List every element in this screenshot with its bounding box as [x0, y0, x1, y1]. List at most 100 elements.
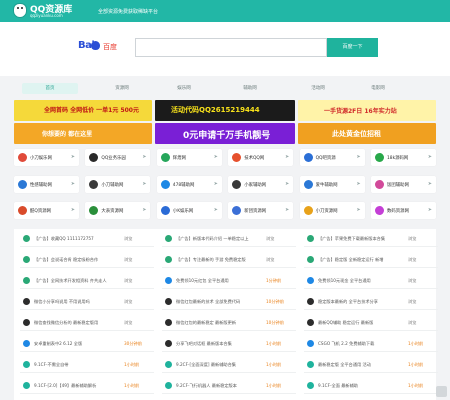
- row-divider: [304, 267, 438, 268]
- site-card-label: QQ吧资源: [315, 156, 336, 161]
- site-card-label: QQ业务乐园: [101, 156, 126, 161]
- item-icon: [23, 340, 30, 347]
- site-card-label: 小K娱乐网: [172, 209, 194, 214]
- item-title: 免费领10元现金 全平台通用: [318, 278, 371, 283]
- item-icon: [165, 340, 172, 347]
- list-item[interactable]: 【广告】收藏QQ 1111172757 浏览: [20, 231, 154, 247]
- ad-banner[interactable]: 你想要的 都在这里: [14, 123, 152, 144]
- ad-banner[interactable]: 一手货源2F日 16年实力站: [298, 100, 436, 121]
- item-icon: [307, 235, 314, 242]
- send-icon: ➤: [284, 207, 290, 213]
- site-card[interactable]: 性感辅助网 ➤: [14, 175, 79, 193]
- list-item[interactable]: 【广告】专注最新的 手游 免费稳定版 浏览: [162, 252, 296, 268]
- list-item[interactable]: 9.1CF-全面 最新辅助 1小时前: [304, 378, 438, 394]
- list-item[interactable]: 9.1CF-[2.0]【49】最新辅助解析 1小时前: [20, 378, 154, 394]
- list-item[interactable]: 【广告】新版本代码介绍 一单稳定以上 浏览: [162, 231, 296, 247]
- send-icon: ➤: [70, 154, 75, 160]
- site-card[interactable]: 478辅助网 ➤: [156, 175, 222, 193]
- site-card[interactable]: 小刀娱乐网 ➤: [14, 149, 79, 166]
- ad-text: 一手货源2F日 16年实力站: [324, 108, 397, 115]
- site-card[interactable]: 酷Q资源网 ➤: [14, 202, 79, 219]
- item-meta: 浏览: [124, 320, 133, 325]
- send-icon: ➤: [356, 180, 361, 187]
- site-logo-icon: [89, 206, 99, 215]
- row-divider: [20, 267, 154, 268]
- item-meta: 浏览: [408, 257, 417, 262]
- site-card[interactable]: 小刀资源网 ➤: [299, 202, 365, 219]
- list-item[interactable]: 微信红包的最新稳定 最新版更新 10分钟前: [162, 315, 296, 331]
- site-logo-icon: [232, 179, 242, 189]
- list-item[interactable]: 微信查找微信分析的 最新稳定版用 浏览: [20, 315, 154, 331]
- list-item[interactable]: 【广告】稳定版 全新稳定运行 新增 浏览: [304, 252, 438, 268]
- item-title: 9.2CF-飞行机器人 最新稳定版本: [176, 383, 237, 388]
- row-divider: [20, 288, 154, 289]
- list-item[interactable]: CSGO 飞机 2.2 免费辅助下载 1小时前: [304, 336, 438, 352]
- list-item[interactable]: 免费领10元现金 全平台通用 浏览: [304, 273, 438, 289]
- site-card[interactable]: 爱牛辅助网 ➤: [299, 175, 365, 193]
- item-icon: [307, 382, 314, 389]
- ad-banner[interactable]: 全网首码 全网低价 一单1元 500元: [14, 100, 152, 121]
- site-card[interactable]: 大表资源网 ➤: [85, 202, 151, 219]
- tab-home[interactable]: 首页: [22, 83, 78, 94]
- tab-entertainment[interactable]: 娱乐网: [156, 83, 212, 94]
- item-icon: [23, 361, 30, 368]
- row-divider: [304, 309, 438, 310]
- item-meta: 浏览: [124, 278, 133, 283]
- tab-resources[interactable]: 资源网: [94, 83, 150, 94]
- site-card[interactable]: 新团资源网 ➤: [228, 202, 294, 219]
- site-card[interactable]: 小K娱乐网 ➤: [156, 202, 222, 219]
- row-divider: [304, 330, 438, 331]
- list-item[interactable]: 9.2CF-[全面深度] 最新辅助合集 1小时前: [162, 357, 296, 373]
- item-meta: 1小时前: [408, 341, 424, 346]
- site-logo[interactable]: QQ资源库 qqziyuanku.com: [13, 2, 72, 20]
- search-button[interactable]: 百度一下: [327, 38, 378, 57]
- list-item[interactable]: 【广告】全网技术开发相资料 齐共走人 浏览: [20, 273, 154, 289]
- site-card-label: 性感辅助网: [30, 182, 52, 188]
- list-item[interactable]: 稳定版本最新的 全平台技术分享 浏览: [304, 294, 438, 310]
- back-to-top-button[interactable]: [436, 386, 447, 397]
- item-icon: [23, 235, 30, 242]
- ad-banner[interactable]: 0元申请千万手机靓号: [155, 123, 295, 144]
- site-card[interactable]: 饭团辅助网 ➤: [371, 175, 436, 193]
- ad-text: 0元申请千万手机靓号: [183, 131, 271, 141]
- item-icon: [23, 382, 30, 389]
- tab-movies[interactable]: 电影网: [350, 83, 406, 94]
- item-meta: 30分钟前: [124, 341, 142, 346]
- site-card[interactable]: QQ业务乐园 ➤: [85, 149, 151, 166]
- site-card[interactable]: 辉煌网 ➤: [156, 149, 222, 166]
- list-item[interactable]: 最新QQ辅助 稳定运行 最新版 浏览: [304, 315, 438, 331]
- row-divider: [162, 330, 296, 331]
- list-item[interactable]: 9.1CF-不需全自带 1小时前: [20, 357, 154, 373]
- baidu-logo[interactable]: Bai 百度: [78, 40, 128, 55]
- list-item[interactable]: 【广告】苹果免费下载最新版本合集 浏览: [304, 231, 438, 247]
- tab-activity[interactable]: 活动网: [290, 83, 346, 94]
- site-card[interactable]: 小刀辅助网 ➤: [85, 175, 151, 193]
- site-logo-icon: [375, 179, 384, 189]
- site-card[interactable]: 18k源码网 ➤: [371, 149, 436, 166]
- search-input[interactable]: [135, 38, 327, 57]
- list-item[interactable]: 微信小分享吗说用 不用说用吗 浏览: [20, 294, 154, 310]
- site-card[interactable]: 小家辅助网 ➤: [228, 175, 294, 193]
- site-card[interactable]: 技术QQ网 ➤: [228, 149, 294, 166]
- item-title: 免费领10元红包 全平台通用: [176, 278, 229, 283]
- list-item[interactable]: 最新稳定版 全平台通用 活动 1小时前: [304, 357, 438, 373]
- list-item[interactable]: 安卓重制表中2 6.12 全版 30分钟前: [20, 336, 154, 352]
- list-item[interactable]: 免费领10元红包 全平台通用 1分钟前: [162, 273, 296, 289]
- site-card[interactable]: QQ吧资源 ➤: [299, 149, 365, 166]
- list-item[interactable]: 微信红包最新的技术 全部免费代码 10分钟前: [162, 294, 296, 310]
- tab-assist[interactable]: 辅助网: [222, 83, 278, 94]
- row-divider: [304, 372, 438, 373]
- item-meta: 1小时前: [266, 383, 282, 388]
- ad-banner[interactable]: 此处黄金位招租: [298, 123, 436, 144]
- site-card[interactable]: 数码资源网 ➤: [371, 202, 436, 219]
- list-item[interactable]: 【广告】会说诺合肯 稳定吸粉合作 浏览: [20, 252, 154, 268]
- site-logo-icon: [375, 153, 384, 162]
- ad-banner[interactable]: 活动代码QQ2615219444: [155, 100, 295, 121]
- site-card-label: 新团资源网: [244, 209, 267, 214]
- row-divider: [304, 288, 438, 289]
- send-icon: ➤: [142, 180, 147, 187]
- list-item[interactable]: 9.2CF-飞行机器人 最新稳定版本 1小时前: [162, 378, 296, 394]
- item-title: 微信红包的最新稳定 最新版更新: [176, 320, 236, 325]
- item-title: 分享飞吧对话框 最新版本合集: [176, 341, 232, 346]
- list-item[interactable]: 分享飞吧对话框 最新版本合集 1小时前: [162, 336, 296, 352]
